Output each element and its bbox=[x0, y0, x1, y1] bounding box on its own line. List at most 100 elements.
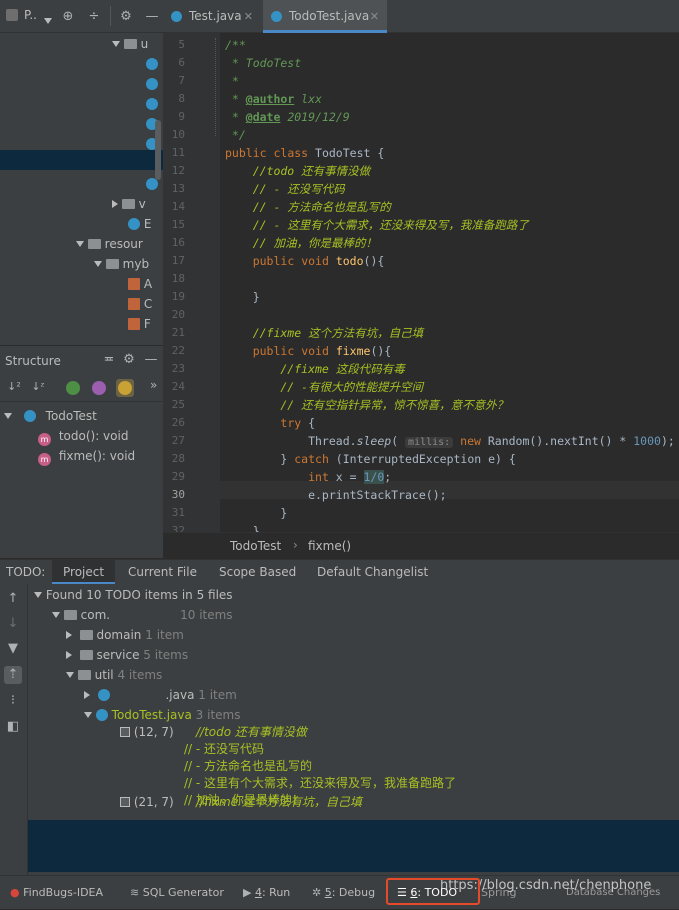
tab-default-changelist[interactable]: Default Changelist bbox=[317, 560, 428, 585]
chevron-down-icon[interactable] bbox=[4, 413, 12, 419]
chevron-down-icon[interactable] bbox=[76, 241, 84, 247]
tab-test-java[interactable]: Test.java ✕ bbox=[163, 0, 261, 33]
preview-icon[interactable]: ◧ bbox=[4, 718, 22, 736]
chevron-right-icon[interactable] bbox=[112, 200, 118, 208]
code-line[interactable]: // -有很大的性能提升空间 bbox=[225, 378, 423, 396]
code-line[interactable]: */ bbox=[225, 126, 246, 144]
project-tree-node[interactable]: E bbox=[128, 214, 151, 234]
todo-package-node[interactable]: service 5 items bbox=[66, 645, 188, 665]
show-properties-icon[interactable] bbox=[92, 381, 106, 395]
tab-scope-based[interactable]: Scope Based bbox=[219, 560, 296, 585]
tab-todotest-java[interactable]: TodoTest.java ✕ bbox=[263, 0, 387, 33]
todo-file-node[interactable]: TodoTest.java 3 items bbox=[84, 705, 240, 725]
show-fields-toggle[interactable] bbox=[116, 379, 134, 397]
close-icon[interactable]: ✕ bbox=[244, 0, 253, 33]
line-number: 13 bbox=[171, 182, 185, 195]
project-panel-title[interactable]: P.. bbox=[24, 8, 37, 22]
chevron-right-icon[interactable] bbox=[66, 631, 72, 639]
highlight-box bbox=[386, 878, 480, 905]
scrollbar[interactable] bbox=[155, 120, 161, 180]
code-line[interactable]: } catch (InterruptedException e) { bbox=[225, 450, 515, 468]
target-icon[interactable]: ⊕ bbox=[60, 9, 76, 25]
structure-member[interactable]: m todo(): void bbox=[38, 426, 128, 446]
code-line[interactable]: public void todo(){ bbox=[225, 252, 385, 270]
code-line[interactable]: * @author lxx bbox=[225, 90, 322, 108]
sort-alpha-icon[interactable]: ↓ᶻ bbox=[30, 379, 46, 395]
code-line[interactable]: // - 方法命名也是乱写的 bbox=[225, 198, 391, 216]
sort-by-visibility-icon[interactable]: ↓² bbox=[6, 379, 22, 395]
chevron-down-icon[interactable] bbox=[52, 612, 60, 618]
project-tree-node[interactable]: A bbox=[128, 274, 152, 294]
code-line[interactable]: try { bbox=[225, 414, 315, 432]
code-line[interactable]: public void fixme(){ bbox=[225, 342, 392, 360]
sql-generator-button[interactable]: ≋ SQL Generator bbox=[130, 876, 224, 910]
structure-member[interactable]: m fixme(): void bbox=[38, 446, 135, 466]
code-line[interactable]: * TodoTest bbox=[225, 54, 301, 72]
breadcrumb-item[interactable]: fixme() bbox=[308, 539, 351, 553]
minimize-icon[interactable]: — bbox=[144, 9, 160, 25]
tab-current-file[interactable]: Current File bbox=[128, 560, 197, 585]
chevron-down-icon[interactable] bbox=[112, 41, 120, 47]
gear-icon[interactable]: ⚙ bbox=[121, 352, 137, 368]
chevron-right-icon[interactable] bbox=[66, 651, 72, 659]
code-area[interactable]: /** * TodoTest * * @author lxx * @date 2… bbox=[220, 33, 679, 538]
todo-package-node[interactable]: com. 10 items bbox=[52, 605, 233, 625]
project-tree-node[interactable]: F bbox=[128, 314, 151, 334]
code-line[interactable]: /** bbox=[225, 36, 246, 54]
project-tree-node[interactable] bbox=[146, 94, 158, 114]
chevron-down-icon[interactable] bbox=[44, 14, 52, 28]
code-line[interactable]: // - 这里有个大需求，还没来得及写，我准备跑路了 bbox=[225, 216, 529, 234]
sort-icon[interactable]: ≖ bbox=[101, 352, 117, 368]
code-line[interactable]: public class TodoTest { bbox=[225, 144, 384, 162]
code-line[interactable]: * @date 2019/12/9 bbox=[225, 108, 350, 126]
close-icon[interactable]: ✕ bbox=[370, 0, 379, 33]
tree-node-label: myb bbox=[122, 257, 150, 271]
breadcrumb-item[interactable]: TodoTest bbox=[230, 539, 281, 553]
arrow-down-icon[interactable]: ↓ bbox=[4, 615, 22, 633]
code-line[interactable]: Thread.sleep( millis: new Random().nextI… bbox=[225, 432, 675, 450]
code-line[interactable]: //fixme 这个方法有坑，自己填 bbox=[225, 324, 423, 342]
group-by-icon[interactable]: ⁝ bbox=[4, 692, 22, 710]
todo-file-node[interactable]: .java 1 item bbox=[84, 685, 237, 705]
tab-project[interactable]: Project bbox=[52, 560, 116, 585]
project-tree-node[interactable] bbox=[146, 74, 158, 94]
project-tree-node[interactable]: C bbox=[128, 294, 152, 314]
code-line[interactable]: int x = 1/0; bbox=[225, 468, 391, 486]
project-tree-node[interactable]: myb bbox=[94, 254, 149, 274]
collapse-all-icon[interactable]: ÷ bbox=[86, 9, 102, 25]
chevron-down-icon[interactable] bbox=[84, 712, 92, 718]
minimize-icon[interactable]: — bbox=[143, 352, 159, 368]
run-button[interactable]: ▶ 4: Run bbox=[243, 876, 290, 910]
project-tree-node[interactable]: resour bbox=[76, 234, 143, 254]
project-tree-node[interactable] bbox=[146, 54, 158, 74]
todo-package-node[interactable]: util 4 items bbox=[66, 665, 162, 685]
findbugs-button[interactable]: ● FindBugs-IDEA bbox=[10, 876, 103, 910]
gear-icon[interactable]: ⚙ bbox=[118, 9, 134, 25]
show-inherited-icon[interactable] bbox=[66, 381, 80, 395]
code-line[interactable]: } bbox=[225, 504, 287, 522]
code-line[interactable]: // 还有空指针异常，惊不惊喜，意不意外？ bbox=[225, 396, 508, 414]
code-line[interactable]: // - 还没写代码 bbox=[225, 180, 345, 198]
chevron-right-icon[interactable] bbox=[84, 691, 90, 699]
chevron-down-icon[interactable] bbox=[34, 592, 42, 598]
package-icon bbox=[79, 630, 93, 640]
chevron-down-icon[interactable] bbox=[94, 261, 102, 267]
more-icon[interactable]: » bbox=[150, 378, 157, 392]
code-line[interactable]: //todo 还有事情没做 bbox=[225, 162, 370, 180]
project-tree-node[interactable]: v bbox=[112, 194, 146, 214]
autoscroll-icon[interactable]: ⇡ bbox=[4, 666, 22, 684]
todo-root[interactable]: Found 10 TODO items in 5 files bbox=[34, 585, 233, 605]
structure-class-node[interactable]: TodoTest bbox=[4, 406, 97, 426]
code-line[interactable]: e.printStackTrace(); bbox=[225, 486, 446, 504]
code-line[interactable]: // 加油，你是最棒的！ bbox=[225, 234, 377, 252]
debug-button[interactable]: ✲ 5: Debug bbox=[312, 876, 375, 910]
arrow-up-icon[interactable]: ↑ bbox=[4, 590, 22, 608]
chevron-down-icon[interactable] bbox=[66, 672, 74, 678]
toolbar-divider bbox=[110, 6, 111, 26]
todo-package-node[interactable]: domain 1 item bbox=[66, 625, 184, 645]
project-tree-node[interactable]: u bbox=[112, 34, 148, 54]
code-line[interactable]: //fixme 这段代码有毒 bbox=[225, 360, 404, 378]
filter-icon[interactable]: ▼ bbox=[4, 640, 22, 658]
code-line[interactable]: } bbox=[225, 288, 260, 306]
code-line[interactable]: * bbox=[225, 72, 239, 90]
